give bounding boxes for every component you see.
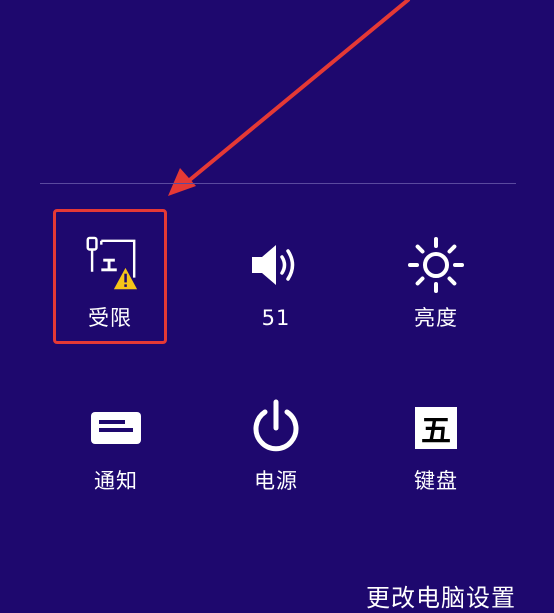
power-label: 电源 <box>254 469 298 493</box>
brightness-label: 亮度 <box>414 306 458 330</box>
volume-icon <box>246 235 306 295</box>
volume-tile[interactable]: 51 <box>221 235 331 355</box>
brightness-icon <box>406 235 466 295</box>
divider <box>40 183 516 184</box>
power-icon <box>246 398 306 458</box>
notifications-icon <box>86 398 146 458</box>
annotation-highlight-box <box>53 209 167 344</box>
keyboard-label: 键盘 <box>414 469 458 493</box>
power-tile[interactable]: 电源 <box>221 398 331 518</box>
change-pc-settings-link[interactable]: 更改电脑设置 <box>366 583 516 613</box>
settings-charm-panel: 受限 51 亮度 通知 电源 五 键盘 更改电脑设置 <box>0 0 554 613</box>
ime-char: 五 <box>415 407 457 449</box>
notifications-tile[interactable]: 通知 <box>61 398 171 518</box>
brightness-tile[interactable]: 亮度 <box>381 235 491 355</box>
volume-label: 51 <box>261 306 291 330</box>
keyboard-tile[interactable]: 五 键盘 <box>381 398 491 518</box>
notifications-label: 通知 <box>94 469 138 493</box>
keyboard-ime-icon: 五 <box>406 398 466 458</box>
